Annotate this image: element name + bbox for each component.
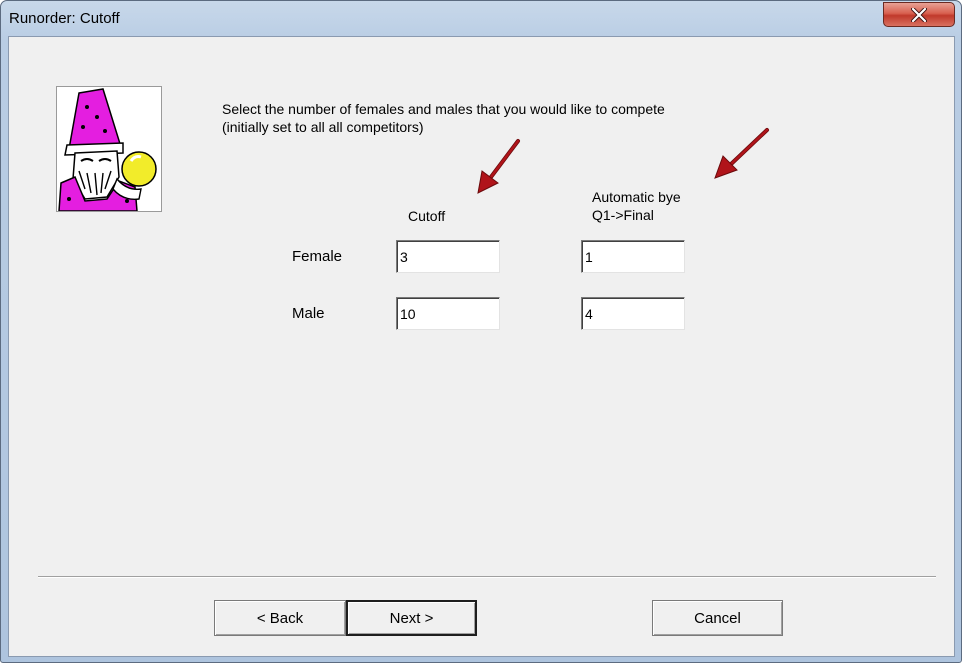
female-bye-input[interactable] (581, 240, 685, 273)
male-label: Male (292, 305, 325, 322)
red-arrow-icon (714, 128, 769, 179)
close-button[interactable] (883, 2, 955, 27)
q1-final-label: Q1->Final (592, 207, 654, 223)
dialog-window: Runorder: Cutoff Select the number of fe… (0, 0, 962, 663)
cutoff-column-header: Cutoff (408, 208, 446, 224)
back-button[interactable]: < Back (214, 600, 346, 636)
dialog-body: Select the number of females and males t… (8, 36, 955, 657)
button-separator (38, 576, 936, 578)
red-arrow-icon (477, 139, 520, 194)
window-title: Runorder: Cutoff (9, 10, 120, 27)
male-cutoff-input[interactable] (396, 297, 500, 330)
wizard-image (56, 86, 162, 212)
female-label: Female (292, 248, 343, 265)
female-cutoff-input[interactable] (396, 240, 500, 273)
close-icon (911, 7, 927, 22)
instructions-line-1: Select the number of females and males t… (222, 101, 665, 117)
automatic-bye-column-header: Automatic bye Q1->Final (592, 188, 681, 224)
male-bye-input[interactable] (581, 297, 685, 330)
title-bar[interactable]: Runorder: Cutoff (1, 1, 961, 37)
cancel-button[interactable]: Cancel (652, 600, 783, 636)
automatic-bye-label: Automatic bye (592, 189, 681, 205)
next-button[interactable]: Next > (346, 600, 477, 636)
